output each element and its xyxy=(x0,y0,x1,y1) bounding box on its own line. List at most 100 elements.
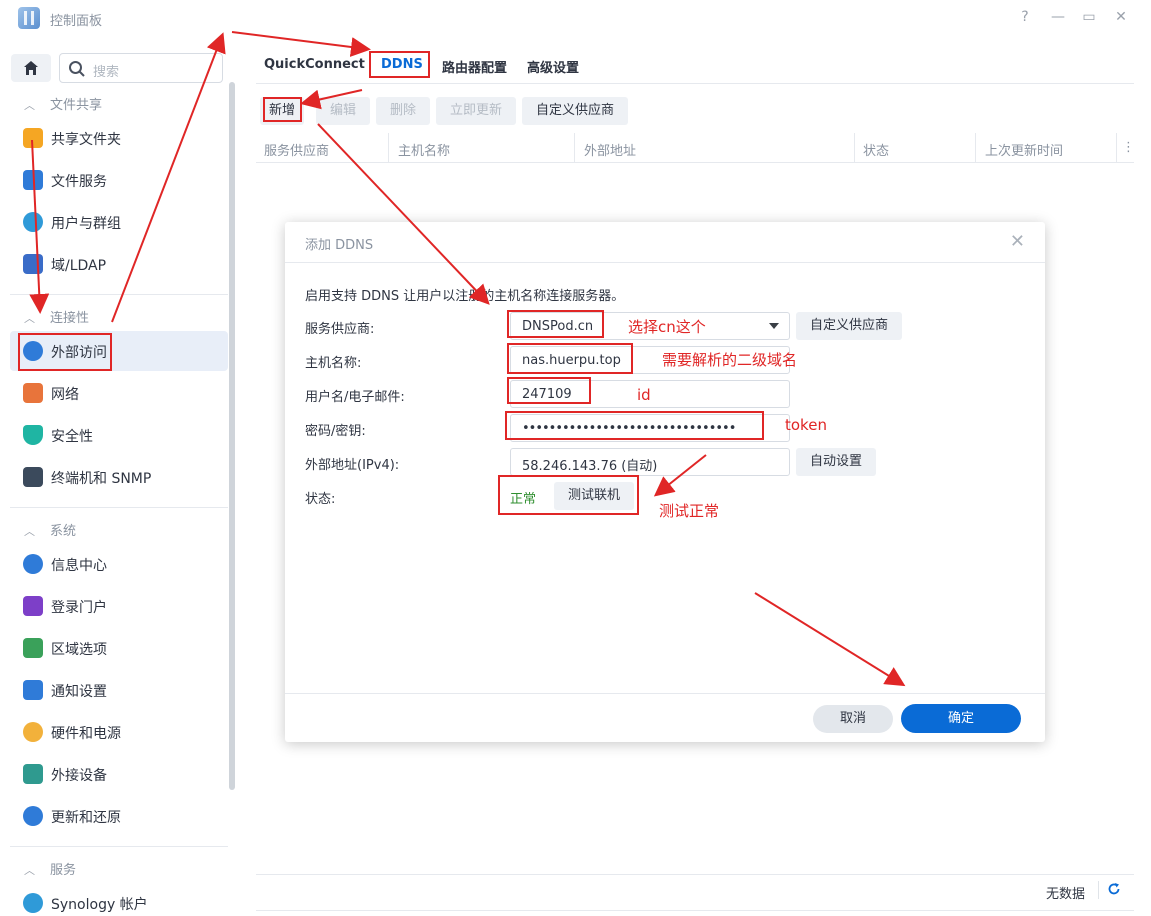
login-portal-icon xyxy=(23,596,43,616)
sidebar-item-notification[interactable]: 通知设置 xyxy=(10,670,228,710)
sidebar-item-label: 终端机和 SNMP xyxy=(51,471,152,487)
sidebar-item-synology-account[interactable]: Synology 帐户 xyxy=(10,883,228,916)
column-menu-icon[interactable]: ⋮ xyxy=(1122,140,1135,155)
dialog-header-divider xyxy=(285,262,1045,263)
footer-bottom-line xyxy=(256,910,1134,911)
column-divider xyxy=(1116,133,1117,163)
no-data-label: 无数据 xyxy=(1046,887,1086,902)
search-input[interactable]: 搜索 xyxy=(59,53,223,83)
section-title: 连接性 xyxy=(50,311,90,326)
sidebar-item-shared-folder[interactable]: 共享文件夹 xyxy=(10,118,228,158)
section-system[interactable]: ︿ 系统 xyxy=(24,520,76,539)
annotation-test-note: 测试正常 xyxy=(659,502,720,520)
update-now-button[interactable]: 立即更新 xyxy=(436,97,516,125)
column-external-address[interactable]: 外部地址 xyxy=(584,140,636,159)
dropdown-caret-icon xyxy=(769,323,779,329)
minimize-icon[interactable]: — xyxy=(1049,9,1067,25)
maximize-icon[interactable]: ▭ xyxy=(1080,9,1098,25)
sidebar-item-label: Synology 帐户 xyxy=(51,897,148,913)
shared-folder-icon xyxy=(23,128,43,148)
sidebar-item-label: 共享文件夹 xyxy=(51,132,121,148)
search-placeholder: 搜索 xyxy=(93,65,120,80)
sidebar-item-regional-options[interactable]: 区域选项 xyxy=(10,628,228,668)
annotation-hostname-note: 需要解析的二级域名 xyxy=(662,351,798,369)
sidebar-item-hardware-power[interactable]: 硬件和电源 xyxy=(10,712,228,752)
dialog-description: 启用支持 DDNS 让用户以注册的主机名称连接服务器。 xyxy=(305,289,625,304)
annotation-box-hostname xyxy=(507,343,633,374)
cancel-button[interactable]: 取消 xyxy=(813,705,893,733)
external-address-label: 外部地址(IPv4): xyxy=(305,458,400,473)
sidebar-item-update-restore[interactable]: 更新和还原 xyxy=(10,796,228,836)
sidebar-item-label: 域/LDAP xyxy=(51,258,107,274)
sidebar: 搜索 ︿ 文件共享 共享文件夹 文件服务 用户与群组 域/LDAP ︿ 连接性 外部… xyxy=(0,36,238,916)
chevron-up-icon: ︿ xyxy=(24,864,35,877)
sidebar-scrollbar[interactable] xyxy=(229,82,235,790)
column-divider xyxy=(854,133,855,163)
sidebar-item-label: 用户与群组 xyxy=(51,216,121,232)
ldap-icon xyxy=(23,254,43,274)
tab-router-config[interactable]: 路由器配置 xyxy=(442,57,507,76)
sidebar-item-ldap[interactable]: 域/LDAP xyxy=(10,244,228,284)
help-icon[interactable]: ? xyxy=(1016,9,1034,25)
sidebar-item-file-services[interactable]: 文件服务 xyxy=(10,160,228,200)
tab-quickconnect[interactable]: QuickConnect xyxy=(264,57,365,72)
dialog-footer-divider xyxy=(285,693,1045,694)
ok-button[interactable]: 确定 xyxy=(901,704,1021,733)
chevron-up-icon: ︿ xyxy=(24,312,35,325)
status-label: 状态: xyxy=(305,492,336,507)
sidebar-item-info-center[interactable]: 信息中心 xyxy=(10,544,228,584)
delete-button[interactable]: 删除 xyxy=(376,97,430,125)
security-icon xyxy=(23,425,43,445)
sidebar-item-login-portal[interactable]: 登录门户 xyxy=(10,586,228,626)
sidebar-item-network[interactable]: 网络 xyxy=(10,373,228,413)
column-hostname[interactable]: 主机名称 xyxy=(398,140,450,159)
sidebar-item-label: 信息中心 xyxy=(51,558,107,574)
annotation-box-external-access xyxy=(18,333,112,371)
sidebar-item-label: 网络 xyxy=(51,387,79,403)
sidebar-item-users-groups[interactable]: 用户与群组 xyxy=(10,202,228,242)
annotation-box-provider xyxy=(507,310,604,338)
username-label: 用户名/电子邮件: xyxy=(305,390,405,405)
sidebar-item-security[interactable]: 安全性 xyxy=(10,415,228,455)
password-label: 密码/密钥: xyxy=(305,424,366,439)
section-divider xyxy=(10,294,228,295)
auto-setup-button[interactable]: 自动设置 xyxy=(796,448,876,476)
annotation-box-username xyxy=(507,377,591,404)
dialog-close-icon[interactable]: ✕ xyxy=(1010,231,1025,252)
annotation-box-ddns-tab xyxy=(369,51,430,78)
column-provider[interactable]: 服务供应商 xyxy=(264,140,329,159)
column-status[interactable]: 状态 xyxy=(863,140,889,159)
sidebar-item-external-devices[interactable]: 外接设备 xyxy=(10,754,228,794)
close-window-icon[interactable]: ✕ xyxy=(1112,9,1130,25)
column-divider xyxy=(388,133,389,163)
hostname-label: 主机名称: xyxy=(305,356,362,371)
section-connectivity[interactable]: ︿ 连接性 xyxy=(24,307,89,326)
sidebar-item-label: 外接设备 xyxy=(51,768,107,784)
update-restore-icon xyxy=(23,806,43,826)
provider-label: 服务供应商: xyxy=(305,322,375,337)
section-title: 系统 xyxy=(50,524,77,539)
refresh-icon[interactable] xyxy=(1107,882,1121,896)
section-file-sharing[interactable]: ︿ 文件共享 xyxy=(24,94,102,113)
section-title: 服务 xyxy=(50,863,77,878)
edit-button[interactable]: 编辑 xyxy=(316,97,370,125)
window-title: 控制面板 xyxy=(50,14,103,29)
external-address-value: 58.246.143.76 (自动) xyxy=(522,459,658,474)
table-header: 服务供应商 主机名称 外部地址 状态 上次更新时间 ⋮ xyxy=(256,133,1135,163)
notification-icon xyxy=(23,680,43,700)
column-last-update[interactable]: 上次更新时间 xyxy=(985,140,1063,159)
external-address-field[interactable]: 58.246.143.76 (自动) xyxy=(510,448,790,476)
custom-provider-button[interactable]: 自定义供应商 xyxy=(522,97,628,125)
dialog-title: 添加 DDNS xyxy=(305,238,374,253)
home-icon xyxy=(24,61,38,75)
search-icon xyxy=(69,61,85,77)
info-center-icon xyxy=(23,554,43,574)
sidebar-item-label: 文件服务 xyxy=(51,174,107,190)
home-button[interactable] xyxy=(11,54,51,82)
network-icon xyxy=(23,383,43,403)
dialog-custom-provider-button[interactable]: 自定义供应商 xyxy=(796,312,902,340)
sidebar-item-terminal-snmp[interactable]: 终端机和 SNMP xyxy=(10,457,228,497)
add-ddns-dialog: 添加 DDNS ✕ 启用支持 DDNS 让用户以注册的主机名称连接服务器。 服务… xyxy=(285,222,1045,742)
section-services[interactable]: ︿ 服务 xyxy=(24,859,76,878)
tab-advanced[interactable]: 高级设置 xyxy=(527,57,579,76)
